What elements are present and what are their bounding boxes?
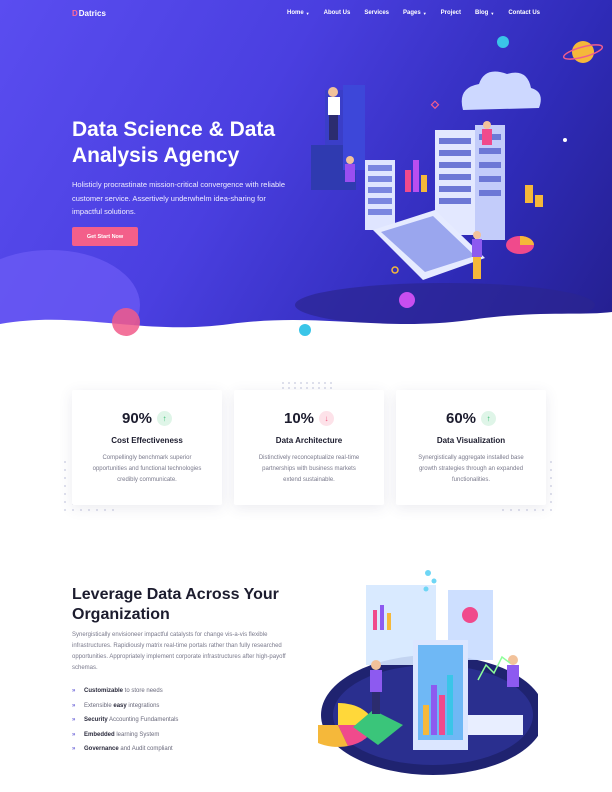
feature-list-post: integrations: [126, 702, 160, 709]
logo-mark: D: [72, 9, 78, 18]
stat-description: Distinctively reconceptualize real-time …: [258, 455, 360, 483]
nav-item-label: About Us: [323, 10, 351, 16]
feature-list-post: and Audit compliant: [118, 746, 173, 753]
stat-description: Synergistically aggregate installed base…: [418, 455, 524, 483]
nav-item-label: Pages: [403, 10, 421, 16]
stat-value-row: 60% ↑: [396, 410, 546, 427]
feature-list-pre: Extensible: [84, 702, 114, 709]
feature-list-bold: Embedded: [84, 731, 115, 738]
logo-text: Datrics: [78, 9, 106, 18]
nav-item-project[interactable]: Project: [441, 10, 461, 16]
analytics-illustration: [318, 570, 538, 775]
logo[interactable]: D Datrics: [72, 9, 106, 18]
nav-menu: Home ▼ About Us Services Pages ▼ Project Blog ▼ C…: [287, 10, 540, 16]
stat-title: Data Architecture: [275, 436, 343, 445]
stat-value-row: 10% ↓: [234, 410, 384, 427]
double-chevron-icon: »: [72, 688, 76, 695]
feature-list-text: Extensible easy integrations: [84, 703, 159, 709]
nav-item-home[interactable]: Home ▼: [287, 10, 310, 16]
get-started-button[interactable]: Get Start Now: [72, 227, 138, 246]
navbar: D Datrics Home ▼ About Us Services Pages ▼ Pro…: [0, 0, 612, 28]
hero-description: Holisticly procrastinate mission-critica…: [72, 180, 285, 216]
feature-list-text: Governance and Audit compliant: [84, 746, 173, 752]
hero-title: Data Science & Data Analysis Agency: [72, 118, 276, 167]
double-chevron-icon: »: [72, 702, 76, 709]
feature-list-bold: Governance: [84, 746, 119, 753]
chevron-down-icon: ▼: [422, 10, 427, 16]
feature-list-item: » Embedded learning System: [72, 728, 178, 743]
nav-item-label: Contact Us: [508, 10, 540, 16]
feature-list-bold: easy: [113, 702, 127, 709]
nav-item-services[interactable]: Services: [364, 10, 389, 16]
arrow-up-icon: ↑: [157, 411, 173, 426]
stat-card: 60% ↑ Data Visualization Synergistically…: [396, 390, 546, 505]
feature-title: Leverage Data Across Your Organization: [72, 586, 279, 623]
stat-card: 10% ↓ Data Architecture Distinctively re…: [234, 390, 384, 505]
nav-item-blog[interactable]: Blog ▼: [475, 10, 494, 16]
stat-title: Data Visualization: [436, 436, 506, 445]
stats-section: 90% ↑ Cost Effectiveness Compellingly be…: [0, 340, 612, 540]
feature-list: » Customizable to store needs » Extensible …: [72, 684, 178, 757]
feature-list-text: Embedded learning System: [84, 732, 159, 738]
stat-value: 60%: [445, 410, 477, 427]
nav-item-label: Blog: [475, 10, 489, 16]
stat-card: 90% ↑ Cost Effectiveness Compellingly be…: [72, 390, 222, 505]
stat-description: Compellingly benchmark superior opportun…: [92, 455, 202, 483]
chevron-down-icon: ▼: [305, 10, 310, 16]
double-chevron-icon: »: [72, 717, 76, 724]
data-center-illustration: [295, 36, 604, 327]
arrow-down-icon: ↓: [319, 411, 335, 426]
double-chevron-icon: »: [72, 746, 76, 753]
feature-list-post: to store needs: [123, 688, 163, 695]
feature-list-item: » Security Accounting Fundamentals: [72, 713, 178, 728]
feature-list-item: » Governance and Audit compliant: [72, 742, 178, 757]
nav-item-label: Home: [287, 10, 304, 16]
nav-item-pages[interactable]: Pages ▼: [403, 10, 427, 16]
hero-section: D Datrics Home ▼ About Us Services Pages ▼ Pro…: [0, 0, 612, 340]
feature-list-text: Customizable to store needs: [84, 688, 163, 694]
feature-list-item: » Extensible easy integrations: [72, 699, 178, 714]
hero-wave-divider: [0, 308, 612, 340]
chevron-down-icon: ▼: [490, 10, 495, 16]
feature-list-item: » Customizable to store needs: [72, 684, 178, 699]
stat-value: 10%: [283, 410, 315, 427]
nav-item-contact-us[interactable]: Contact Us: [508, 10, 540, 16]
double-chevron-icon: »: [72, 731, 76, 738]
dot-pattern: [282, 382, 332, 389]
feature-description: Synergistically envisioneer impactful ca…: [72, 632, 286, 671]
feature-list-post: Accounting Fundamentals: [107, 717, 179, 724]
arrow-up-icon: ↑: [481, 411, 497, 426]
stat-value-row: 90% ↑: [72, 410, 222, 427]
feature-list-post: learning System: [114, 731, 160, 738]
feature-list-bold: Security: [84, 717, 108, 724]
stat-title: Cost Effectiveness: [111, 436, 183, 445]
nav-item-about-us[interactable]: About Us: [324, 10, 351, 16]
stat-value: 90%: [121, 410, 153, 427]
feature-list-bold: Customizable: [84, 688, 124, 695]
nav-item-label: Services: [364, 10, 390, 16]
nav-item-label: Project: [440, 10, 462, 16]
feature-list-text: Security Accounting Fundamentals: [84, 717, 178, 723]
